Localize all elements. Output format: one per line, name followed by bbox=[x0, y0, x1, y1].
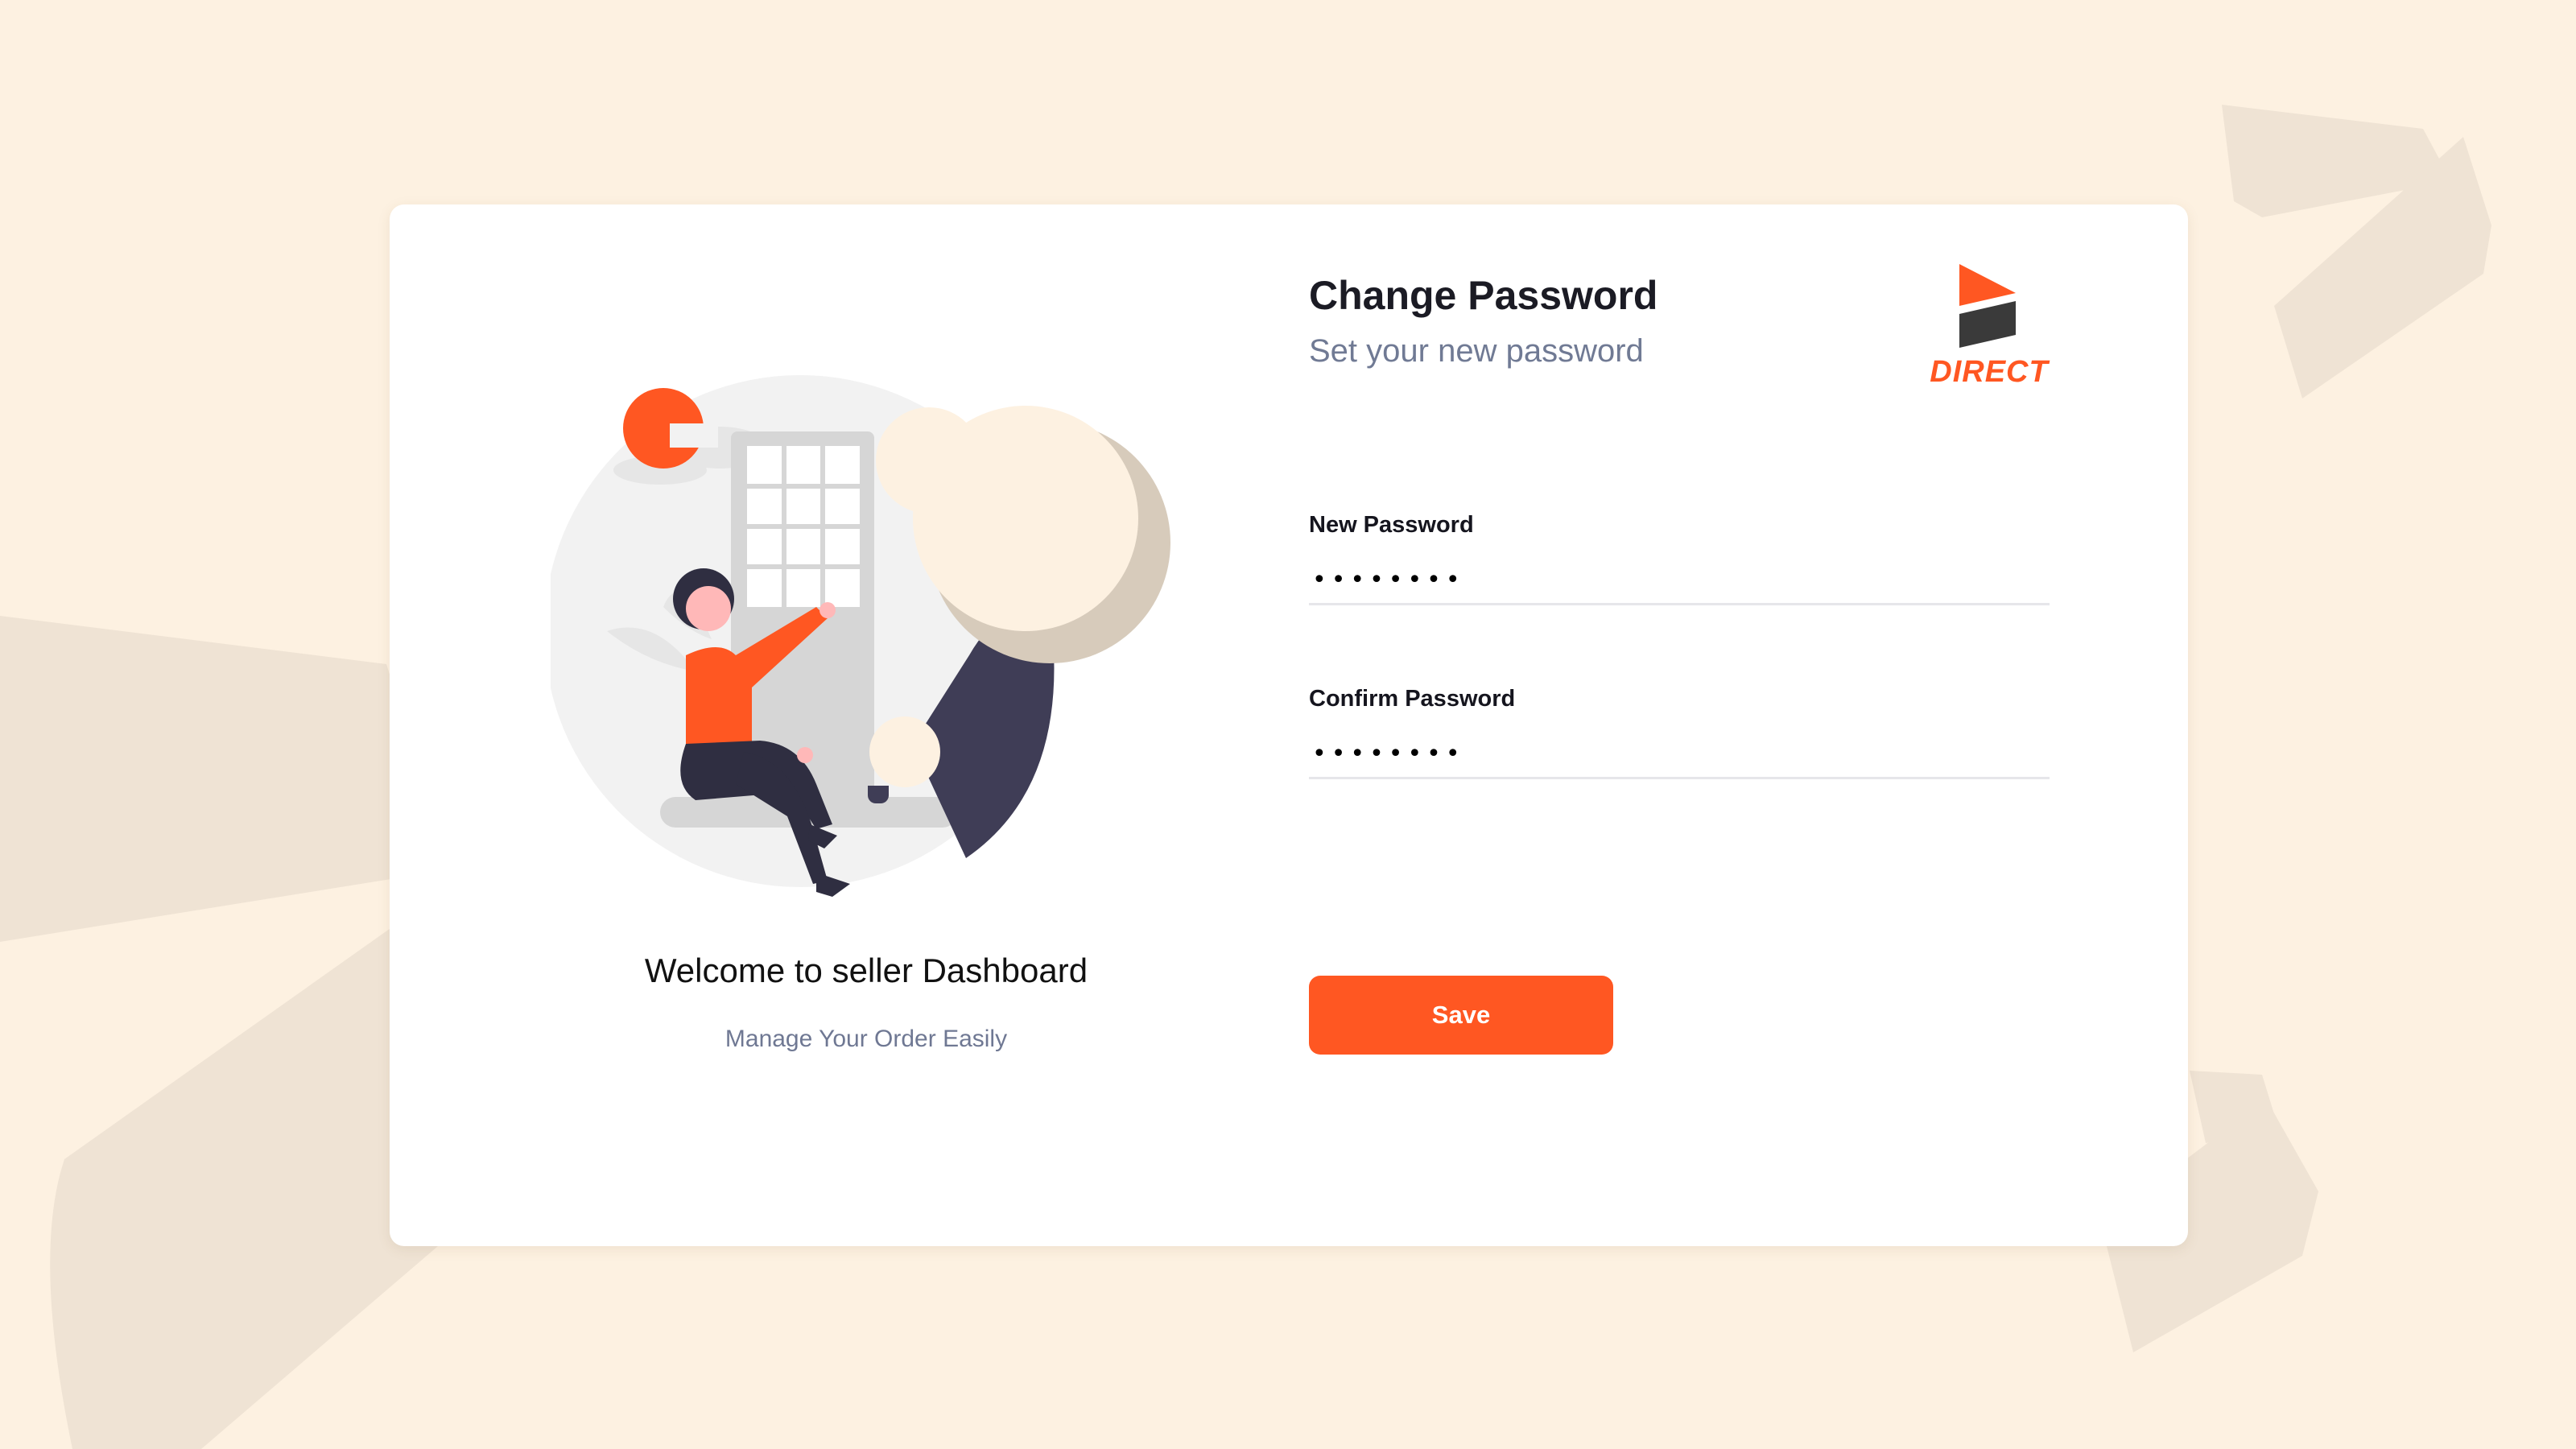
page-subtitle: Set your new password bbox=[1309, 333, 1644, 369]
change-password-card: Welcome to seller Dashboard Manage Your … bbox=[390, 204, 2188, 1246]
brand-logo: DIRECT bbox=[1929, 264, 2050, 390]
welcome-subtitle: Manage Your Order Easily bbox=[724, 1026, 1008, 1052]
page-title: Change Password bbox=[1309, 273, 1658, 318]
new-password-input[interactable] bbox=[1309, 557, 2050, 605]
brand-name: DIRECT bbox=[1930, 355, 2049, 389]
confirm-password-field: Confirm Password bbox=[1309, 683, 2050, 779]
save-button[interactable]: Save bbox=[1309, 976, 1613, 1055]
welcome-illustration bbox=[551, 375, 1170, 897]
new-password-label: New Password bbox=[1309, 512, 1474, 538]
confirm-password-input[interactable] bbox=[1309, 731, 2050, 779]
new-password-field: New Password bbox=[1309, 509, 2050, 605]
confirm-password-label: Confirm Password bbox=[1309, 686, 1516, 712]
direct-play-logo-icon bbox=[1959, 264, 2016, 348]
welcome-title: Welcome to seller Dashboard bbox=[644, 952, 1088, 989]
